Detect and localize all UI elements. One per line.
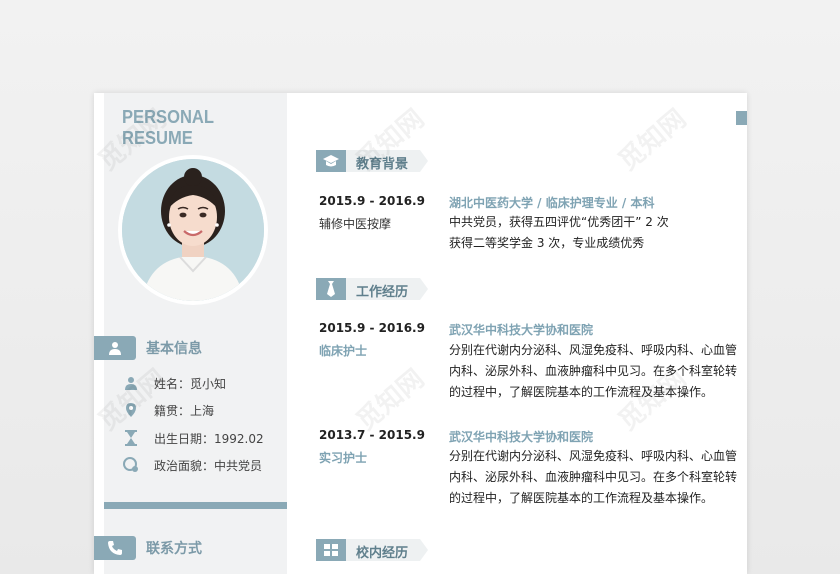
education-date: 2015.9 - 2016.9 [319, 194, 425, 208]
work-2-org: 武汉华中科技大学协和医院 [449, 430, 594, 444]
work-1-desc-1: 分别在代谢内分泌科、风湿免疫科、呼吸内科、心血管 [449, 343, 738, 357]
info-row-name: 姓名：觅小知 [122, 373, 226, 393]
info-name: 姓名：觅小知 [154, 376, 227, 391]
left-column: PERSONAL RESUME 基本信息 姓名：觅小知 籍贯：上海 出生日期：1… [94, 93, 287, 574]
person-icon [109, 342, 121, 355]
education-school: 湖北中医药大学 / 临床护理专业 / 本科 [449, 196, 655, 210]
work-2-role: 实习护士 [319, 451, 368, 465]
work-1-date: 2015.9 - 2016.9 [319, 321, 425, 335]
info-row-origin: 籍贯：上海 [122, 400, 214, 420]
work-2-desc-3: 的过程中，了解医院基本的工作流程及基本操作。 [449, 491, 714, 505]
graduation-cap-icon [323, 155, 339, 167]
basic-info-tab [94, 336, 136, 360]
profile-photo [122, 159, 264, 301]
education-desc-2: 获得二等奖学金 3 次，专业成绩优秀 [449, 236, 645, 250]
resume-page: PERSONAL RESUME 基本信息 姓名：觅小知 籍贯：上海 出生日期：1… [94, 93, 747, 574]
work-tab [316, 278, 346, 300]
education-tab [316, 150, 346, 172]
work-title: 工作经历 [356, 285, 409, 300]
politics-icon [122, 456, 140, 474]
work-1-desc-2: 内科、泌尿外科、血液肿瘤科中见习。在多个科室轮转 [449, 364, 738, 378]
work-2-date: 2013.7 - 2015.9 [319, 428, 425, 442]
brand-title: PERSONAL RESUME [122, 107, 214, 148]
phone-icon [108, 541, 122, 555]
info-birth: 出生日期：1992.02 [154, 431, 264, 446]
windows-grid-icon [324, 544, 338, 556]
portrait-illustration [122, 159, 264, 301]
work-2-desc-2: 内科、泌尿外科、血液肿瘤科中见习。在多个科室轮转 [449, 470, 738, 484]
hourglass-icon [122, 429, 140, 447]
campus-title: 校内经历 [356, 546, 409, 561]
left-divider-bar [104, 502, 287, 509]
work-2-desc-1: 分别在代谢内分泌科、风湿免疫科、呼吸内科、心血管 [449, 449, 738, 463]
education-desc-1: 中共党员，获得五四评优“优秀团干” 2 次 [449, 215, 669, 229]
work-1-desc-3: 的过程中，了解医院基本的工作流程及基本操作。 [449, 385, 714, 399]
left-edge-strip [94, 93, 104, 574]
campus-tab [316, 539, 346, 561]
user-icon [122, 374, 140, 392]
location-pin-icon [122, 401, 140, 419]
corner-accent [736, 111, 747, 125]
education-minor: 辅修中医按摩 [319, 217, 392, 231]
info-row-politics: 政治面貌：中共党员 [122, 455, 262, 475]
tie-icon [327, 281, 335, 297]
info-row-birth: 出生日期：1992.02 [122, 428, 264, 448]
info-politics: 政治面貌：中共党员 [154, 458, 263, 473]
basic-info-title: 基本信息 [146, 341, 202, 357]
contact-title: 联系方式 [146, 541, 202, 557]
education-title: 教育背景 [356, 157, 409, 172]
work-1-role: 临床护士 [319, 344, 368, 358]
info-origin: 籍贯：上海 [154, 403, 215, 418]
work-1-org: 武汉华中科技大学协和医院 [449, 323, 594, 337]
contact-tab [94, 536, 136, 560]
